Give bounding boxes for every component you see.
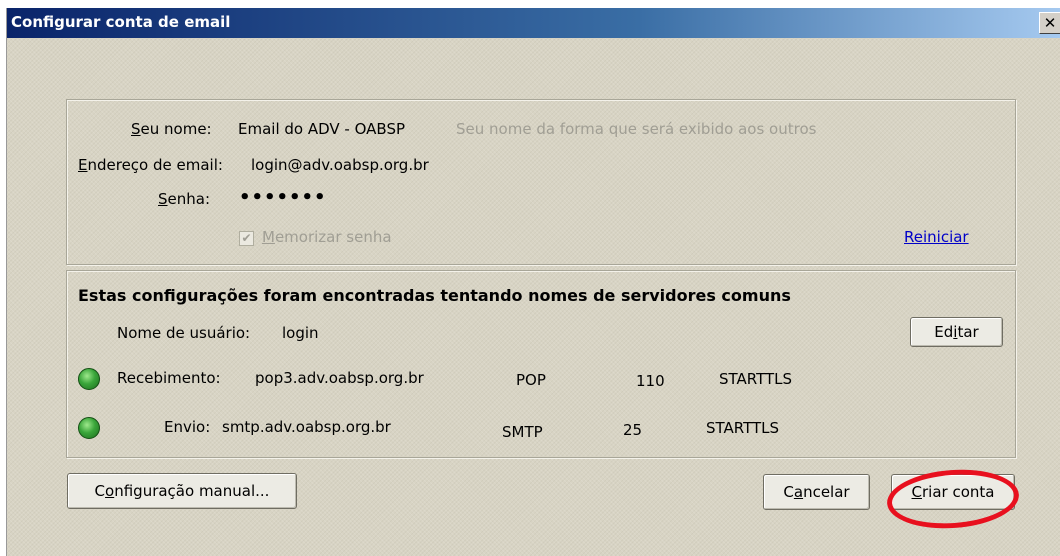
reset-link[interactable]: Reiniciar: [904, 228, 969, 246]
edit-button[interactable]: Ed i tar: [910, 317, 1003, 347]
remember-password-label: Memorizar senha: [262, 228, 392, 246]
incoming-host: pop3.adv.oabsp.org.br: [255, 369, 424, 387]
checkmark-icon: ✔: [241, 231, 252, 245]
server-settings-group: Estas configurações foram encontradas te…: [66, 270, 1016, 458]
close-button[interactable]: ✕: [1039, 12, 1060, 34]
outgoing-port: 25: [623, 421, 643, 439]
outgoing-host: smtp.adv.oabsp.org.br: [222, 418, 391, 436]
cancel-button[interactable]: Ca ncelar: [763, 474, 870, 510]
password-label: Senha:: [158, 190, 211, 208]
create-account-button[interactable]: Criar conta: [891, 474, 1015, 510]
outgoing-label: Envio:: [164, 418, 211, 436]
manual-configuration-button[interactable]: Co nfiguração manual...: [67, 473, 297, 509]
incoming-security: STARTTLS: [719, 370, 793, 388]
title-bar: Configurar conta de email ✕: [7, 8, 1060, 38]
password-field[interactable]: •••••••: [239, 187, 327, 208]
incoming-label: Recebimento:: [117, 369, 221, 387]
servers-heading: Estas configurações foram encontradas te…: [78, 286, 791, 305]
email-field[interactable]: login@adv.oabsp.org.br: [251, 156, 429, 174]
close-icon: ✕: [1043, 14, 1057, 32]
incoming-protocol: POP: [516, 371, 546, 389]
name-hint: Seu nome da forma que será exibido aos o…: [456, 120, 817, 138]
name-label: Seu nome:: [131, 120, 212, 138]
email-setup-dialog: Configurar conta de email ✕ Seu nome: Em…: [6, 8, 1060, 556]
incoming-status-icon: [78, 368, 100, 390]
outgoing-protocol: SMTP: [502, 423, 543, 441]
remember-password-checkbox[interactable]: ✔: [239, 231, 254, 246]
outgoing-security: STARTTLS: [706, 419, 780, 437]
dialog-title: Configurar conta de email: [11, 13, 231, 31]
name-field[interactable]: Email do ADV - OABSP: [238, 120, 405, 138]
username-label: Nome de usuário:: [117, 324, 251, 342]
username-value: login: [282, 324, 319, 342]
account-details-group: Seu nome: Email do ADV - OABSP Seu nome …: [66, 99, 1016, 265]
outgoing-status-icon: [78, 417, 100, 439]
email-label: Endereço de email:: [78, 156, 223, 174]
incoming-port: 110: [636, 372, 665, 390]
